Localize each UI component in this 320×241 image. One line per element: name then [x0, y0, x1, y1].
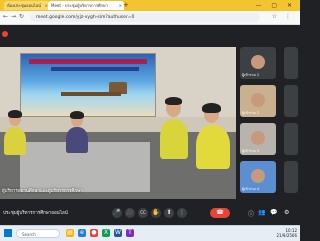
- banner-subtitle-graphic: [51, 67, 139, 71]
- participant-person: [160, 119, 188, 159]
- participant-tile[interactable]: ผู้เข้าร่วม 1: [240, 47, 276, 79]
- teams-icon[interactable]: T: [126, 229, 134, 237]
- participant-tiles: ผู้เข้าร่วม 1 ผู้เข้าร่วม 2 ผู้เข้าร่วม …: [240, 47, 300, 207]
- participant-name: ผู้เข้าร่วม 4: [242, 187, 260, 191]
- close-icon[interactable]: ×: [119, 1, 122, 10]
- participant-face: [251, 55, 265, 69]
- clock-date: 21/9/2566: [276, 233, 297, 238]
- more-options-button[interactable]: ⋮: [177, 208, 187, 218]
- main-video[interactable]: ผู้บริหารสถานศึกษาและผู้บริหารการศึกษา: [0, 47, 236, 199]
- participant-tile[interactable]: [284, 161, 298, 193]
- new-tab-button[interactable]: +: [123, 1, 129, 10]
- participant-face: [251, 131, 265, 145]
- browser-tab-1[interactable]: ห้องประชุมออนไลน์ ×: [4, 1, 50, 10]
- record-indicator-icon: [2, 31, 8, 37]
- camera-button[interactable]: 🎥: [125, 208, 135, 218]
- participant-person: [196, 125, 230, 169]
- meet-toolbar: ประชุมผู้บริหารการศึกษาออนไลน์ 🎤 🎥 CC ✋ …: [0, 206, 300, 220]
- word-icon[interactable]: W: [114, 229, 122, 237]
- participant-name: ผู้เข้าร่วม 2: [242, 111, 260, 115]
- participant-tile[interactable]: [284, 85, 298, 117]
- people-button[interactable]: 👥: [258, 209, 265, 216]
- end-call-button[interactable]: ☎: [210, 208, 230, 218]
- participant-tile[interactable]: [284, 123, 298, 155]
- windows-start-icon[interactable]: [4, 229, 12, 237]
- participant-person: [4, 127, 26, 155]
- activities-button[interactable]: ⚙: [284, 209, 289, 216]
- mic-button[interactable]: 🎤: [112, 208, 122, 218]
- extensions-icon[interactable]: ☆ ⋮: [272, 13, 294, 20]
- back-icon[interactable]: ←: [3, 13, 8, 20]
- browser-tab-2[interactable]: Meet - ประชุมผู้บริหารการศึกษา ×: [48, 1, 124, 10]
- forward-icon[interactable]: →: [11, 13, 16, 20]
- participant-name: ผู้เข้าร่วม 3: [242, 149, 260, 153]
- participant-tile[interactable]: [284, 47, 298, 79]
- browser-tabbar: ห้องประชุมออนไลน์ × Meet - ประชุมผู้บริหา…: [0, 0, 300, 11]
- file-explorer-icon[interactable]: ▤: [66, 229, 74, 237]
- participant-hair: [202, 103, 221, 113]
- meeting-name: ประชุมผู้บริหารการศึกษาออนไลน์: [3, 211, 68, 216]
- raise-hand-button[interactable]: ✋: [151, 208, 161, 218]
- participant-hair: [165, 97, 182, 105]
- tab-label: ห้องประชุมออนไลน์: [7, 3, 41, 8]
- participant-hair: [70, 111, 84, 119]
- participant-face: [251, 169, 265, 183]
- taskbar-clock[interactable]: 10:12 21/9/2566: [276, 228, 297, 238]
- participant-person: [66, 127, 88, 153]
- info-button[interactable]: ⓘ: [248, 209, 254, 218]
- window-controls[interactable]: — ▢ ✕: [255, 0, 296, 11]
- captions-button[interactable]: CC: [138, 208, 148, 218]
- participant-tile[interactable]: ผู้เข้าร่วม 2: [240, 85, 276, 117]
- taskbar: Search ▤ e ● X W T 10:12 21/9/2566: [0, 225, 300, 241]
- participant-hair: [8, 110, 22, 118]
- address-bar[interactable]: meet.google.com/yjz-vygh-sim?authuser=0: [30, 13, 260, 22]
- participant-name: ผู้เข้าร่วม 1: [242, 73, 260, 77]
- participant-face: [251, 93, 265, 107]
- chat-button[interactable]: 💬: [270, 209, 277, 216]
- address-row: ← → ↻ meet.google.com/yjz-vygh-sim?authu…: [0, 11, 300, 25]
- present-button[interactable]: ⬆: [164, 208, 174, 218]
- banner-pier-graphic: [61, 92, 121, 96]
- chrome-icon[interactable]: ●: [90, 229, 98, 237]
- participant-tile[interactable]: ผู้เข้าร่วม 3: [240, 123, 276, 155]
- taskbar-search[interactable]: Search: [16, 229, 60, 238]
- banner-title-graphic: [29, 59, 147, 64]
- tab-label: Meet - ประชุมผู้บริหารการศึกษา: [51, 3, 108, 8]
- excel-icon[interactable]: X: [102, 229, 110, 237]
- edge-icon[interactable]: e: [78, 229, 86, 237]
- meeting-banner: [20, 53, 156, 117]
- reload-icon[interactable]: ↻: [19, 13, 24, 20]
- participant-tile[interactable]: ผู้เข้าร่วม 4: [240, 161, 276, 193]
- meeting-caption: ผู้บริหารสถานศึกษาและผู้บริหารการศึกษา: [2, 189, 83, 194]
